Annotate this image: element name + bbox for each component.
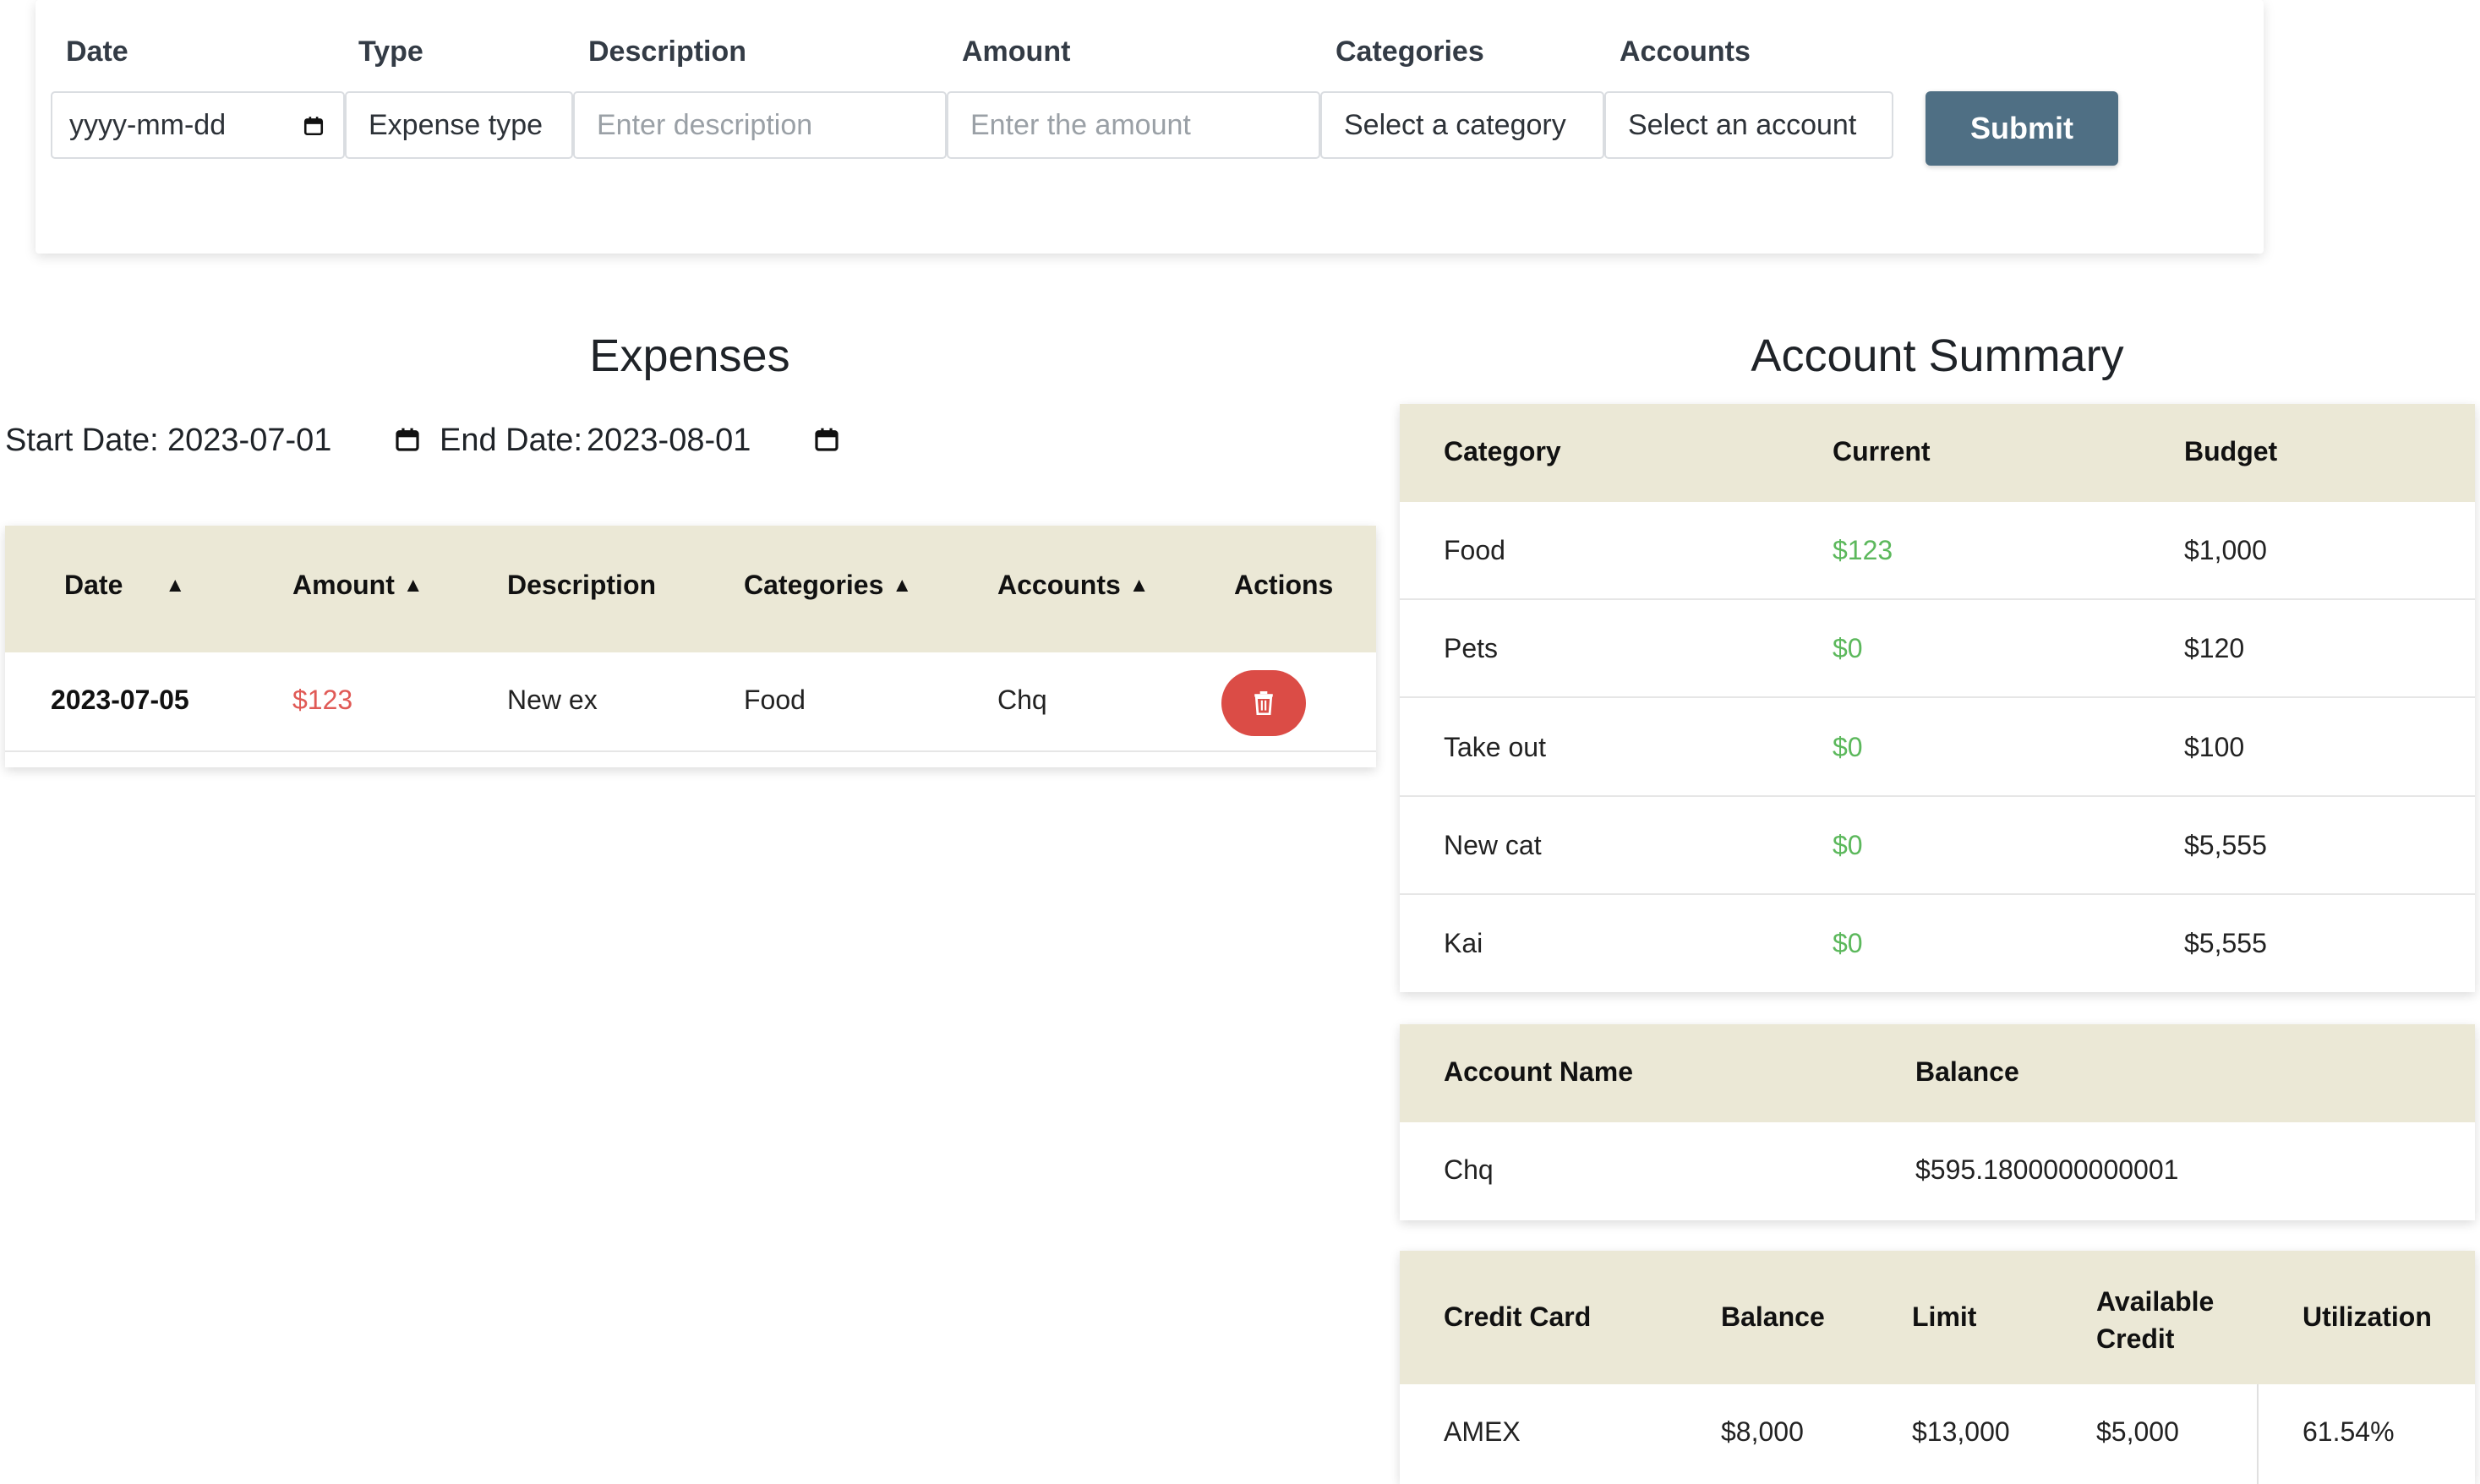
expense-description-cell: New ex [507, 685, 598, 715]
sort-arrow-icon[interactable]: ▲ [403, 574, 423, 597]
expense-category-cell: Food [744, 685, 806, 715]
expense-type-select[interactable]: Expense type [345, 91, 573, 159]
category-budget-cell: $5,555 [2184, 928, 2267, 958]
category-current-cell: $0 [1833, 928, 1863, 958]
end-calendar-icon[interactable] [813, 426, 840, 453]
delete-expense-button[interactable] [1221, 670, 1306, 736]
expense-entry-form: Date Type Description Amount Categories … [36, 0, 2264, 254]
col-categories-label: Categories [744, 570, 884, 600]
cell-divider [2257, 1384, 2259, 1484]
account-balance-cell: $595.1800000000001 [1915, 1154, 2179, 1185]
col-amount-header[interactable]: Amount ▲ [292, 570, 423, 601]
col-credit-card-header: Credit Card [1444, 1301, 1592, 1332]
row-divider [1400, 696, 2475, 698]
trash-icon [1254, 691, 1273, 715]
category-name-cell: Kai [1444, 928, 1483, 958]
category-name-cell: Pets [1444, 633, 1499, 663]
end-date-input[interactable]: 2023-08-01 [587, 423, 751, 459]
category-current-cell: $0 [1833, 830, 1863, 860]
categories-label: Categories [1336, 35, 1484, 68]
date-label: Date [66, 35, 128, 68]
start-date-label: Start Date: [5, 423, 159, 458]
category-select[interactable]: Select a category [1320, 91, 1604, 159]
available-credit-line1: Available [2096, 1286, 2215, 1317]
category-name-cell: New cat [1444, 830, 1542, 860]
col-utilization-header: Utilization [2302, 1301, 2432, 1332]
col-balance-header: Balance [1915, 1056, 2019, 1087]
category-budget-cell: $5,555 [2184, 830, 2267, 860]
col-budget-header: Budget [2184, 436, 2278, 466]
col-credit-balance-header: Balance [1721, 1301, 1825, 1332]
expense-account-cell: Chq [997, 685, 1047, 715]
start-date-input[interactable]: 2023-07-01 [167, 423, 331, 459]
account-summary-title: Account Summary [1751, 330, 2124, 381]
col-date-header[interactable]: Date ▲ [64, 570, 185, 601]
credit-limit-cell: $13,000 [1912, 1416, 2010, 1447]
credit-available-cell: $5,000 [2096, 1416, 2179, 1447]
row-divider [5, 750, 1376, 752]
col-actions-header: Actions [1234, 570, 1334, 600]
col-date-label: Date [64, 570, 123, 600]
row-divider [1400, 598, 2475, 600]
expense-amount-cell: $123 [292, 685, 353, 715]
col-accounts-header[interactable]: Accounts ▲ [997, 570, 1150, 601]
category-current-cell: $0 [1833, 732, 1863, 762]
date-input[interactable]: yyyy-mm-dd [51, 91, 345, 159]
col-available-credit-header: Available Credit [2096, 1283, 2214, 1357]
expense-date-cell: 2023-07-05 [51, 685, 189, 715]
col-categories-header[interactable]: Categories ▲ [744, 570, 912, 601]
sort-arrow-icon[interactable]: ▲ [892, 574, 912, 597]
col-description-header: Description [507, 570, 657, 600]
credit-balance-cell: $8,000 [1721, 1416, 1804, 1447]
available-credit-line2: Credit [2096, 1323, 2175, 1354]
sort-arrow-icon[interactable]: ▲ [1129, 574, 1150, 597]
date-input-placeholder: yyyy-mm-dd [69, 108, 227, 141]
amount-input[interactable]: Enter the amount [947, 91, 1320, 159]
category-current-cell: $123 [1833, 535, 1893, 565]
account-balance-table: Account Name Balance Chq $595.1800000000… [1400, 1024, 2475, 1220]
col-category-header: Category [1444, 436, 1561, 466]
expenses-table-header [5, 526, 1376, 652]
col-limit-header: Limit [1912, 1301, 1977, 1332]
sort-arrow-icon[interactable]: ▲ [165, 574, 185, 597]
col-current-header: Current [1833, 436, 1931, 466]
category-budget-cell: $120 [2184, 633, 2245, 663]
category-name-cell: Food [1444, 535, 1505, 565]
credit-card-table: Credit Card Balance Limit Available Cred… [1400, 1251, 2475, 1484]
col-account-name-header: Account Name [1444, 1056, 1634, 1087]
category-budget-cell: $1,000 [2184, 535, 2267, 565]
expenses-title: Expenses [589, 330, 790, 381]
col-accounts-label: Accounts [997, 570, 1121, 600]
start-calendar-icon[interactable] [394, 426, 421, 453]
end-date-label: End Date: [440, 423, 582, 458]
calendar-icon[interactable] [303, 115, 325, 137]
row-divider [1400, 795, 2475, 797]
row-divider [1400, 893, 2475, 895]
account-select[interactable]: Select an account [1604, 91, 1893, 159]
description-label: Description [588, 35, 747, 68]
credit-card-name-cell: AMEX [1444, 1416, 1521, 1447]
description-input[interactable]: Enter description [573, 91, 947, 159]
category-name-cell: Take out [1444, 732, 1546, 762]
category-budget-cell: $100 [2184, 732, 2245, 762]
credit-utilization-cell: 61.54% [2302, 1416, 2395, 1447]
category-budget-table: Category Current Budget Food $123 $1,000… [1400, 404, 2475, 992]
col-amount-label: Amount [292, 570, 395, 600]
accounts-label: Accounts [1620, 35, 1751, 68]
amount-label: Amount [962, 35, 1071, 68]
type-label: Type [358, 35, 423, 68]
category-current-cell: $0 [1833, 633, 1863, 663]
expenses-table: Date ▲ Amount ▲ Description Categories ▲… [5, 526, 1376, 767]
account-name-cell: Chq [1444, 1154, 1494, 1185]
submit-button[interactable]: Submit [1926, 91, 2118, 166]
